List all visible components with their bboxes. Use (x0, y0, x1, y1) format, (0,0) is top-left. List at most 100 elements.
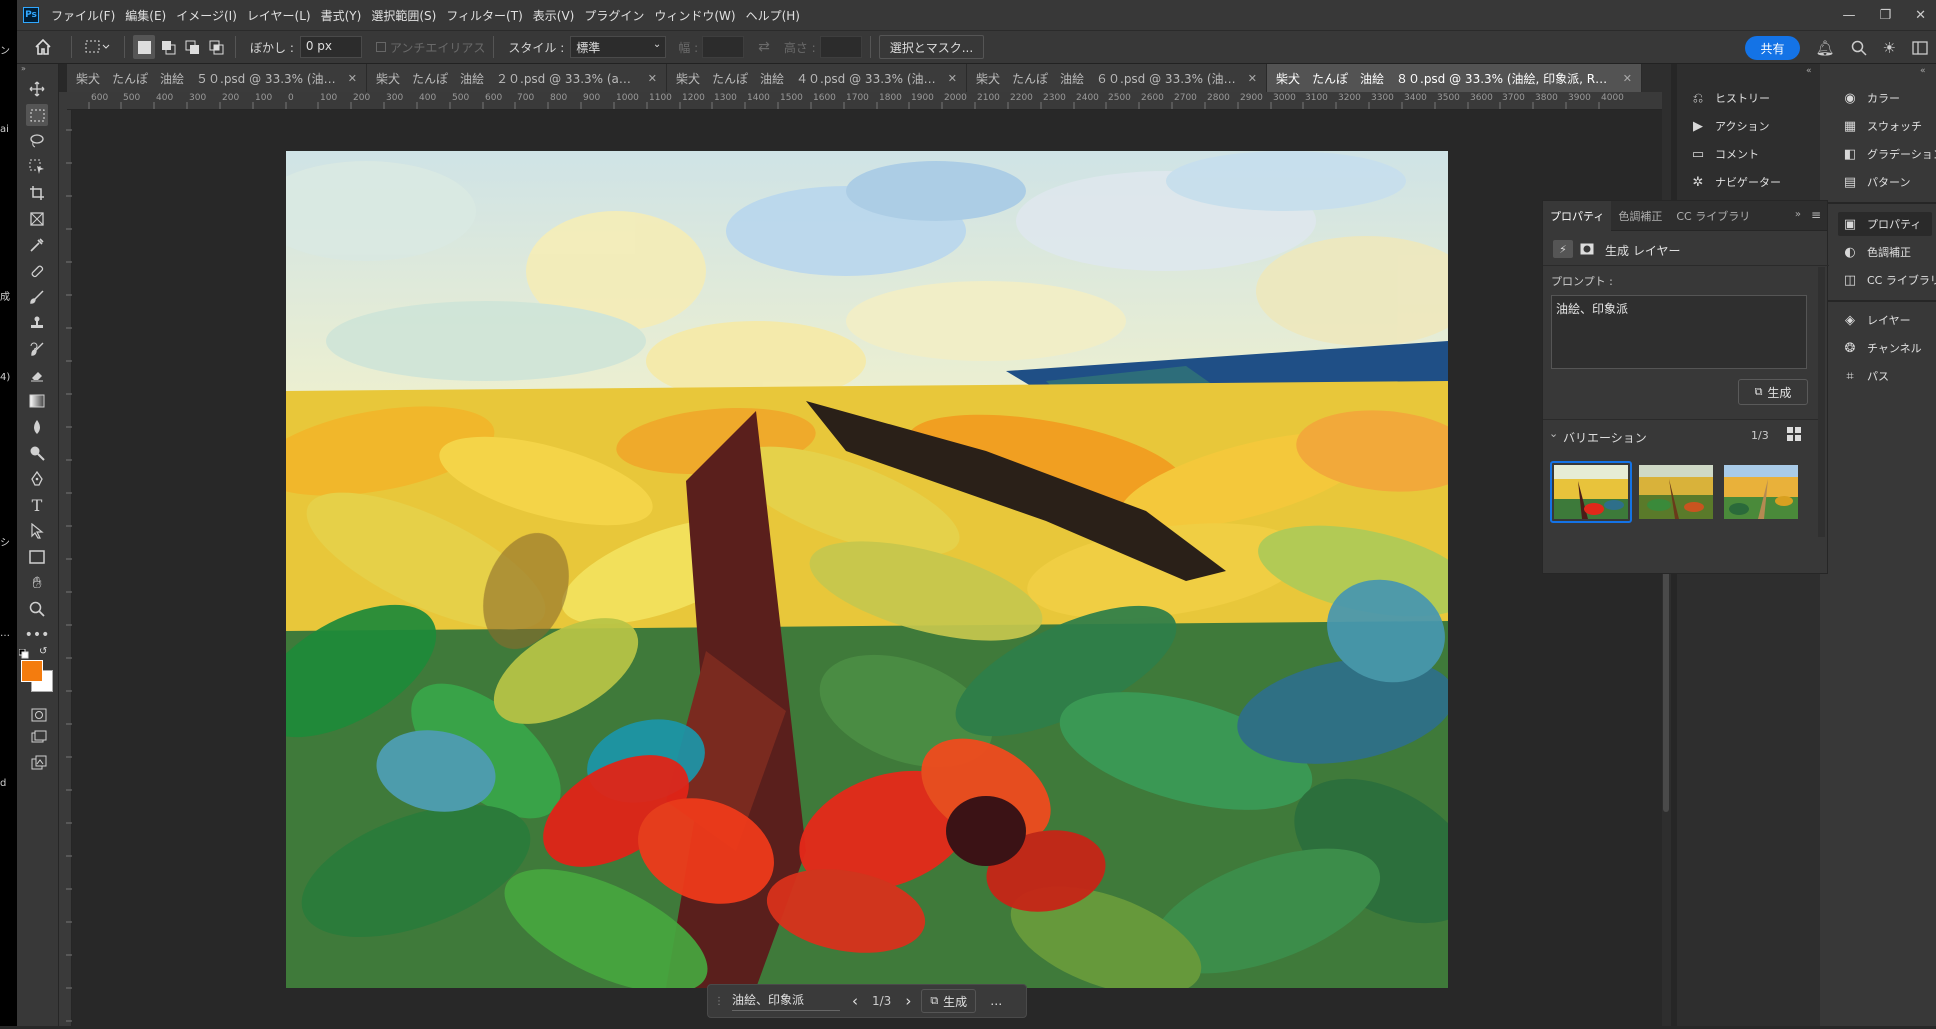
tab-document-20[interactable]: 柴犬 たんぽ 油絵 ２０.psd @ 33.3% (aqbura... ✕ (367, 64, 667, 92)
close-tab-icon[interactable]: ✕ (1623, 72, 1632, 85)
path-selection-tool[interactable] (26, 520, 48, 542)
menu-help[interactable]: ヘルプ(H) (746, 7, 800, 24)
search-icon[interactable] (1851, 40, 1867, 56)
swap-icon[interactable]: ⇄ (758, 39, 770, 55)
panel-channels[interactable]: ❂ チャンネル (1842, 340, 1922, 356)
tab-document-50[interactable]: 柴犬 たんぽ 油絵 ５０.psd @ 33.3% (油絵、... ✕ (67, 64, 367, 92)
bell-icon[interactable]: 🔔︎ (1816, 39, 1835, 57)
panel-swatches[interactable]: ▦ スウォッチ (1842, 118, 1922, 134)
menu-window[interactable]: ウィンドウ(W) (654, 7, 735, 24)
taskbar-generate-button[interactable]: ⧉ 生成 (921, 989, 977, 1013)
panel-color[interactable]: ◉ カラー (1842, 90, 1900, 106)
taskbar-prompt-input[interactable]: 油絵、印象派 (732, 991, 840, 1011)
variation-thumbnail[interactable] (1639, 465, 1713, 519)
crop-tool[interactable] (26, 182, 48, 204)
generative-layer-icon[interactable]: ⚡ (1553, 240, 1573, 258)
type-tool[interactable]: T (26, 494, 48, 516)
healing-brush-tool[interactable] (26, 260, 48, 282)
menu-file[interactable]: ファイル(F) (51, 7, 115, 24)
variation-thumbnail[interactable] (1554, 465, 1628, 519)
menu-filter[interactable]: フィルター(T) (446, 7, 522, 24)
tab-document-60[interactable]: 柴犬 たんぽ 油絵 ６０.psd @ 33.3% (油絵、... ✕ (967, 64, 1267, 92)
panel-properties[interactable]: ▣ プロパティ (1838, 212, 1932, 236)
close-tab-icon[interactable]: ✕ (948, 72, 957, 85)
menu-layer[interactable]: レイヤー(L) (247, 7, 311, 24)
foreground-color-swatch[interactable] (21, 660, 43, 682)
panel-actions[interactable]: ▶ アクション (1690, 118, 1769, 134)
close-window-button[interactable]: ✕ (1915, 8, 1926, 23)
menu-view[interactable]: 表示(V) (533, 7, 575, 24)
new-selection-button[interactable] (133, 35, 155, 59)
menu-image[interactable]: イメージ(I) (176, 7, 237, 24)
tab-properties[interactable]: プロパティ (1543, 200, 1612, 231)
menu-plugins[interactable]: プラグイン (584, 7, 644, 24)
generate-button[interactable]: ⧉ 生成 (1738, 379, 1808, 405)
feather-input[interactable]: 0 px (299, 36, 362, 58)
panel-navigator[interactable]: ✲ ナビゲーター (1690, 174, 1781, 190)
minimize-button[interactable]: — (1842, 8, 1855, 23)
tab-document-80[interactable]: 柴犬 たんぽ 油絵 ８０.psd @ 33.3% (油絵, 印象派, RGB/8… (1267, 64, 1642, 92)
quick-mask-button[interactable] (28, 704, 50, 726)
panel-adjustments[interactable]: ◐ 色調補正 (1842, 244, 1911, 260)
artboard-button[interactable] (28, 752, 50, 774)
lightbulb-icon[interactable]: ☀ (1883, 39, 1896, 57)
close-tab-icon[interactable]: ✕ (648, 72, 657, 85)
properties-scrollbar[interactable] (1818, 267, 1825, 537)
pen-tool[interactable] (26, 468, 48, 490)
collapse-toolbar-icon[interactable]: » (21, 64, 51, 74)
menu-type[interactable]: 書式(Y) (321, 7, 362, 24)
mask-icon[interactable] (1577, 240, 1597, 258)
panel-paths[interactable]: ⌗ パス (1842, 368, 1889, 384)
hand-tool[interactable]: ✋︎ (26, 572, 48, 594)
subtract-selection-button[interactable] (181, 35, 203, 59)
marquee-tool[interactable] (26, 104, 48, 126)
panel-history[interactable]: ⎌ ヒストリー (1690, 90, 1770, 106)
screen-mode-button[interactable] (28, 726, 50, 748)
lasso-tool[interactable] (26, 130, 48, 152)
antialias-checkbox[interactable]: アンチエイリアス (375, 35, 485, 59)
restore-button[interactable]: ❐ (1879, 8, 1891, 23)
intersect-selection-button[interactable] (205, 35, 227, 59)
add-selection-button[interactable] (157, 35, 179, 59)
blur-tool[interactable] (26, 416, 48, 438)
style-select[interactable]: 標準 ⌄ (570, 36, 667, 58)
width-input[interactable] (702, 36, 745, 58)
object-select-tool[interactable] (26, 156, 48, 178)
variations-collapse-icon[interactable]: ⌄ (1549, 427, 1558, 440)
home-button[interactable] (23, 35, 63, 59)
close-tab-icon[interactable]: ✕ (348, 72, 357, 85)
grid-view-icon[interactable] (1787, 427, 1801, 444)
default-colors-icon[interactable] (18, 648, 31, 659)
share-button[interactable]: 共有 (1745, 36, 1800, 60)
prompt-textarea[interactable]: 油絵、印象派 (1551, 295, 1807, 369)
brush-tool[interactable] (26, 286, 48, 308)
panel-libraries[interactable]: ◫ CC ライブラリ (1842, 272, 1936, 288)
canvas-image[interactable] (286, 151, 1448, 988)
rectangle-tool[interactable] (26, 546, 48, 568)
select-and-mask-button[interactable]: 選択とマスク... (878, 35, 985, 59)
panel-patterns[interactable]: ▤ パターン (1842, 174, 1911, 190)
dodge-tool[interactable] (26, 442, 48, 464)
workspace-icon[interactable] (1912, 41, 1928, 55)
tab-cc-libraries[interactable]: CC ライブラリ (1669, 201, 1757, 231)
variation-thumbnail[interactable] (1724, 465, 1798, 519)
move-tool[interactable] (26, 78, 48, 100)
clone-stamp-tool[interactable] (26, 312, 48, 334)
tab-adjustments[interactable]: 色調補正 (1611, 201, 1669, 231)
collapse-dock-icon[interactable]: « (1920, 66, 1926, 76)
close-tab-icon[interactable]: ✕ (1248, 72, 1257, 85)
marquee-preset-button[interactable] (80, 35, 116, 59)
previous-variation-icon[interactable]: ‹ (852, 992, 858, 1010)
eraser-tool[interactable] (26, 364, 48, 386)
frame-tool[interactable] (26, 208, 48, 230)
panel-gradients[interactable]: ◧ グラデーション (1842, 146, 1936, 162)
panel-menu-icon[interactable]: ≡ (1811, 208, 1821, 222)
zoom-tool[interactable] (26, 598, 48, 620)
menu-select[interactable]: 選択範囲(S) (371, 7, 436, 24)
menu-edit[interactable]: 編集(E) (125, 7, 166, 24)
panel-comments[interactable]: ▭ コメント (1690, 146, 1759, 162)
gradient-tool[interactable] (26, 390, 48, 412)
eyedropper-tool[interactable] (26, 234, 48, 256)
history-brush-tool[interactable] (26, 338, 48, 360)
swap-colors-icon[interactable]: ↺ (39, 646, 47, 657)
